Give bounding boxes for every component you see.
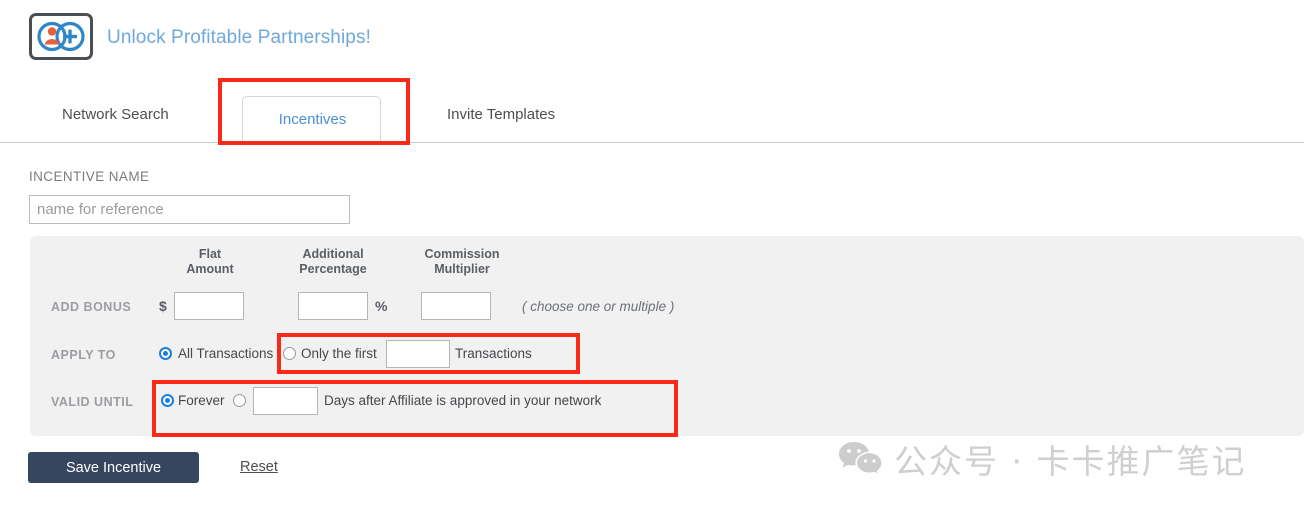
label-all-transactions[interactable]: All Transactions — [178, 346, 273, 361]
tab-incentives-label: Incentives — [278, 111, 347, 128]
tab-bar: Network Search Invite Templates — [0, 86, 1304, 144]
radio-days-after-approval[interactable] — [233, 394, 246, 407]
watermark-text: 公众号 · 卡卡推广笔记 — [894, 442, 1247, 481]
column-heading-additional-percentage: Additional Percentage — [299, 247, 367, 276]
row-label-apply-to: APPLY TO — [51, 348, 116, 362]
dollar-symbol: $ — [159, 298, 167, 314]
save-incentive-button[interactable]: Save Incentive — [28, 452, 199, 483]
percent-symbol: % — [375, 298, 388, 314]
wechat-icon — [839, 442, 883, 477]
logo-box — [29, 13, 93, 60]
tab-network-search[interactable]: Network Search — [62, 106, 169, 123]
page-title: Unlock Profitable Partnerships! — [107, 27, 371, 48]
radio-only-the-first[interactable] — [283, 347, 296, 360]
label-forever[interactable]: Forever — [178, 393, 225, 408]
person-plus-icon — [37, 21, 85, 52]
incentive-name-label: INCENTIVE NAME — [29, 169, 150, 184]
tab-bar-underline — [0, 142, 1304, 143]
row-label-add-bonus: ADD BONUS — [51, 300, 132, 314]
tab-incentives[interactable]: Incentives — [242, 96, 381, 143]
radio-all-transactions[interactable] — [159, 347, 172, 360]
row-label-valid-until: VALID UNTIL — [51, 395, 134, 409]
page-header: Unlock Profitable Partnerships! — [0, 0, 1304, 78]
flat-amount-input[interactable] — [174, 292, 244, 320]
first-transactions-count-input[interactable] — [386, 340, 450, 368]
additional-percentage-input[interactable] — [298, 292, 368, 320]
watermark: 公众号 · 卡卡推广笔记 — [838, 435, 1246, 483]
label-only-the-first[interactable]: Only the first — [301, 346, 377, 361]
add-bonus-hint: ( choose one or multiple ) — [522, 299, 675, 314]
reset-link[interactable]: Reset — [240, 459, 278, 475]
column-heading-flat-amount: Flat Amount — [186, 247, 234, 276]
column-heading-commission-multiplier: Commission Multiplier — [424, 247, 500, 276]
incentive-name-input[interactable] — [29, 195, 350, 224]
label-days-suffix: Days after Affiliate is approved in your… — [324, 393, 602, 408]
label-transactions-suffix: Transactions — [455, 346, 532, 361]
tab-invite-templates[interactable]: Invite Templates — [447, 106, 555, 123]
days-count-input[interactable] — [253, 387, 318, 415]
radio-forever[interactable] — [161, 394, 174, 407]
commission-multiplier-input[interactable] — [421, 292, 491, 320]
